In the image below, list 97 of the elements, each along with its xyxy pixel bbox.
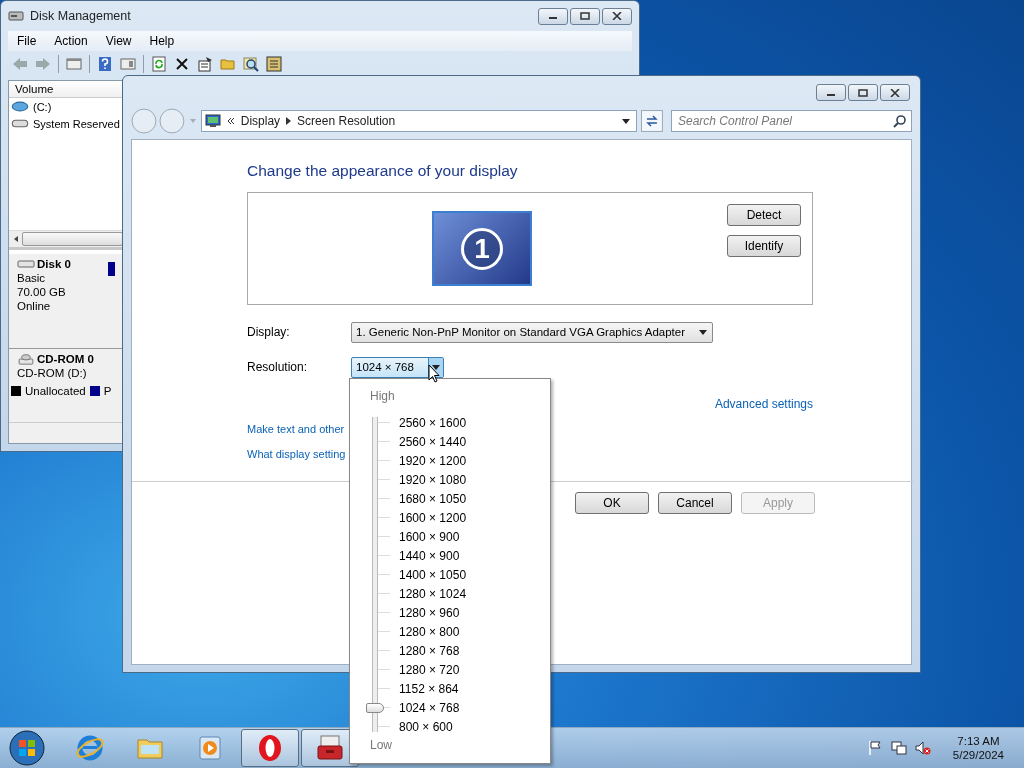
minimize-button[interactable] [816,84,846,101]
disk-icon [11,101,29,112]
display-dropdown[interactable]: 1. Generic Non-PnP Monitor on Standard VGA Graphics Adapter [351,321,713,343]
maximize-button[interactable] [570,7,600,25]
field-label: Resolution: [247,360,309,374]
search-icon [892,114,907,128]
resolution-option[interactable]: 1600 × 1200 [399,510,467,525]
resolution-option[interactable]: 1680 × 1050 [399,491,467,506]
refresh-button[interactable] [641,110,663,132]
resolution-option[interactable]: 2560 × 1600 [399,415,467,430]
disk-name: Disk 0 [37,258,71,270]
menu-item[interactable]: Action [45,34,97,48]
column-header[interactable]: Volume [9,81,123,98]
resolution-option[interactable]: 1280 × 768 [399,643,460,658]
resolution-option[interactable]: 1920 × 1080 [399,472,467,487]
scroll-left-arrow-icon[interactable] [14,236,18,242]
dropdown-caret-icon [432,364,440,370]
disk-detail: 70.00 GB [17,286,67,298]
taskbar-app-button[interactable] [241,729,299,767]
help-link[interactable]: What display setting [247,448,346,460]
disk-name: CD-ROM 0 [37,353,94,365]
advanced-settings-link[interactable]: Advanced settings [714,397,813,411]
magnifier-icon[interactable] [243,56,259,72]
resolution-option[interactable]: 2560 × 1440 [399,434,467,449]
minimize-button[interactable] [538,7,568,25]
taskbar-app-button[interactable] [301,729,359,767]
clock-time: 7:13 AM [957,735,1000,747]
resolution-option[interactable]: 1152 × 864 [399,681,459,696]
network-icon[interactable] [890,740,907,756]
resolution-option[interactable]: 1920 × 1200 [399,453,467,468]
address-bar[interactable]: Display Screen Resolution [200,110,638,132]
dropdown-caret-icon[interactable] [622,118,631,124]
volume-muted-icon[interactable] [914,740,931,756]
legend-label: Unallocated [25,385,86,397]
disk-detail: Basic [17,272,47,284]
dialog-button[interactable]: OK [575,492,649,514]
window-title: Disk Management [30,9,131,23]
separator-arrow-icon[interactable] [286,117,292,125]
resolution-dropdown[interactable]: 1024 × 768 [351,356,444,378]
resolution-option[interactable]: 1440 × 900 [399,548,460,563]
close-icon [612,12,622,20]
search-field[interactable]: Search Control Panel [670,110,912,132]
breadcrumb-item[interactable]: Display [240,114,281,128]
maximize-icon [858,88,868,97]
resolution-option[interactable]: 1400 × 1050 [399,567,467,582]
pane-icon[interactable] [120,56,136,72]
legend-label: P [103,385,112,397]
dialog-button[interactable]: Cancel [658,492,732,514]
drive-label[interactable]: System Reserved [33,117,120,130]
field-label: Display: [247,325,291,339]
resolution-option[interactable]: 1600 × 900 [399,529,460,544]
monitor-number: 1 [461,227,503,270]
monitor-icon [204,113,221,129]
resolution-option[interactable]: 1280 × 960 [399,605,460,620]
dropdown-caret-icon [699,329,707,335]
menu-item[interactable]: View [96,34,141,48]
clock-date: 5/29/2024 [952,749,1004,761]
slider-end-label: Low [370,738,393,753]
help-link[interactable]: Make text and other [247,423,345,435]
properties-icon[interactable] [197,56,213,72]
resolution-option[interactable]: 800 × 600 [399,719,453,734]
start-button[interactable] [9,730,45,766]
monitor-preview[interactable]: 1 [432,211,532,286]
drive-label[interactable]: (C:) [33,100,52,113]
disk-detail: Online [17,300,52,312]
close-icon [890,88,900,97]
close-button[interactable] [880,84,910,101]
disk-detail: CD-ROM (D:) [17,367,88,379]
close-button[interactable] [602,7,632,25]
horizontal-scrollbar[interactable] [9,230,123,247]
disk-drive-icon [8,8,24,24]
side-button[interactable]: Identify [727,235,801,257]
pane-icon[interactable] [66,56,82,72]
browser-e-icon [75,733,105,763]
menu-item[interactable]: File [8,34,46,48]
slider-end-label: High [370,389,396,404]
flag-icon[interactable] [866,740,883,756]
disk-drive-icon [17,258,35,270]
resolution-option[interactable]: 1280 × 1024 [399,586,467,601]
resolution-option[interactable]: 1280 × 800 [399,624,460,639]
side-button[interactable]: Detect [727,204,801,226]
chevron-icon [226,117,235,125]
maximize-button[interactable] [848,84,878,101]
cd-drive-icon [17,353,35,365]
refresh-icon[interactable] [151,56,167,72]
resolution-option[interactable]: 1280 × 720 [399,662,460,677]
resolution-option[interactable]: 1024 × 768 [399,700,460,715]
slider-thumb[interactable] [366,702,384,713]
help-icon[interactable] [97,56,113,72]
delete-icon[interactable] [174,56,190,72]
breadcrumb-item[interactable]: Screen Resolution [297,114,396,128]
menu-item[interactable]: Help [140,34,184,48]
page-heading: Change the appearance of your display [247,162,519,180]
clock[interactable]: 7:13 AM 5/29/2024 [952,735,1004,761]
maximize-icon [580,12,590,20]
toolbox-icon [315,733,345,763]
partition-bar [107,262,115,276]
